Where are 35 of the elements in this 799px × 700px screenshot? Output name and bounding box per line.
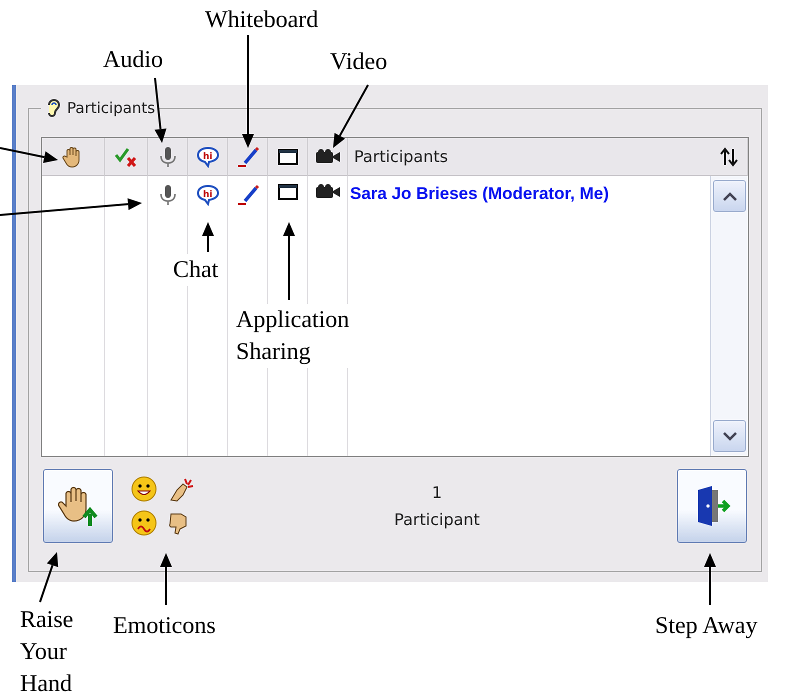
callout-arrow	[202, 222, 214, 252]
callout-arrow	[39, 552, 58, 602]
pen-icon	[236, 184, 258, 206]
callout-arrow	[704, 553, 716, 605]
microphone-icon	[158, 184, 176, 206]
callout-arrow	[160, 553, 172, 605]
video-camera-icon	[314, 148, 340, 164]
ear-icon	[45, 97, 61, 119]
speech-bubble-icon: hi	[196, 184, 220, 206]
caret-up-icon	[722, 192, 736, 200]
callout-arrow	[333, 84, 369, 148]
speech-bubble-icon: hi	[196, 146, 220, 168]
raise-hand-button[interactable]	[43, 469, 113, 543]
callout-arrow	[0, 147, 58, 164]
panel-title-text: Participants	[67, 99, 156, 117]
caret-down-icon	[722, 432, 736, 440]
participant-count-label: Participant	[394, 510, 480, 529]
frowning-face-icon[interactable]	[131, 510, 157, 536]
check-cross-icon	[114, 146, 138, 168]
callout-arrow	[154, 78, 166, 143]
scroll-up-button[interactable]	[713, 180, 746, 212]
smiley-icon[interactable]	[131, 476, 157, 502]
window-icon	[278, 184, 298, 200]
scrollbar[interactable]	[710, 176, 748, 456]
scroll-down-button[interactable]	[713, 420, 746, 452]
column-header[interactable]: Participants	[348, 138, 710, 176]
hand-arrow-icon	[58, 484, 98, 528]
participant-count: 1	[432, 483, 442, 502]
sort-icon[interactable]	[720, 146, 738, 166]
callout-label: Chat	[173, 254, 218, 286]
step-away-button[interactable]	[677, 469, 747, 543]
microphone-icon	[158, 146, 176, 168]
pen-icon	[236, 146, 258, 168]
window-icon	[278, 148, 298, 164]
video-camera-icon	[314, 184, 340, 200]
